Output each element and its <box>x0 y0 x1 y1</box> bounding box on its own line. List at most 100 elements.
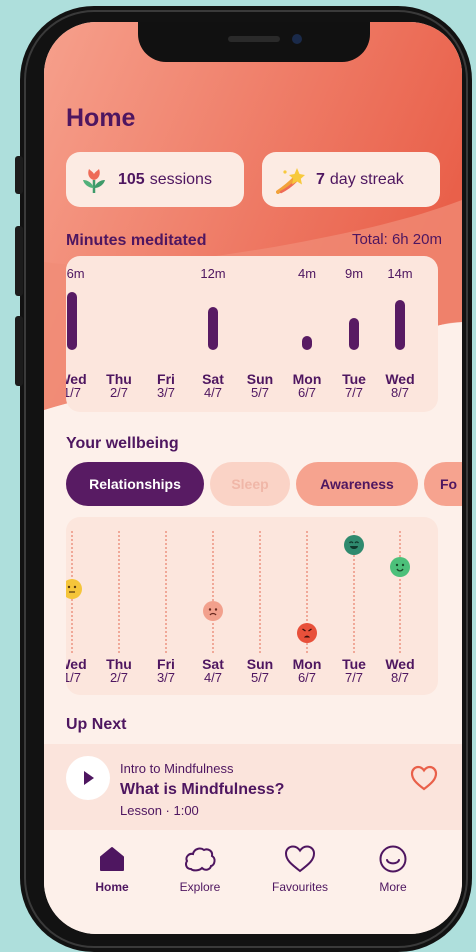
day-name: Fri <box>157 371 175 387</box>
nav-home[interactable]: Home <box>67 844 157 894</box>
sad-face-icon <box>203 601 223 621</box>
day-date: 1/7 <box>66 385 82 400</box>
mute-switch <box>15 156 23 194</box>
nav-explore-label: Explore <box>179 880 221 894</box>
page-title: Home <box>66 104 136 132</box>
day-date: 4/7 <box>203 385 223 400</box>
day-name: Wed <box>385 656 415 672</box>
day-date: 8/7 <box>390 385 410 400</box>
day-label: Sun 5/7 <box>237 657 283 685</box>
day-label: Tue 7/7 <box>331 657 377 685</box>
up-next-section-title: Up Next <box>66 716 127 733</box>
day-date: 7/7 <box>344 670 364 685</box>
wellbeing-chart: Wed1/7Thu2/7Fri3/7Sat4/7Sun5/7Mon6/7Tue7… <box>66 517 438 695</box>
day-name: Sun <box>246 371 274 387</box>
play-button[interactable] <box>66 756 110 800</box>
nav-favourites[interactable]: Favourites <box>255 844 345 894</box>
minutes-bar <box>395 299 405 350</box>
nav-more[interactable]: More <box>348 844 438 894</box>
day-date: 6/7 <box>297 385 317 400</box>
chip-relationships[interactable]: Relationships <box>66 462 204 506</box>
angry-face-icon <box>297 623 317 643</box>
streak-count: 7 <box>316 170 325 188</box>
day-label: Wed 8/7 <box>377 657 423 685</box>
minutes-bar <box>208 306 218 350</box>
streak-card[interactable]: 7 day streak <box>262 152 440 207</box>
wellbeing-section-title: Your wellbeing <box>66 435 179 452</box>
chip-sleep[interactable]: Sleep <box>210 462 290 506</box>
day-date: 2/7 <box>109 670 129 685</box>
day-name: Fri <box>157 656 175 672</box>
minutes-section-title: Minutes meditated <box>66 232 207 249</box>
day-name: Wed <box>385 371 415 387</box>
day-name: Mon <box>292 656 322 672</box>
mood-gridline <box>259 531 261 653</box>
day-date: 2/7 <box>109 385 129 400</box>
day-date: 8/7 <box>390 670 410 685</box>
sessions-label: sessions <box>149 170 212 188</box>
day-label: Mon 6/7 <box>284 657 330 685</box>
volume-down-button <box>15 316 23 386</box>
day-name: Tue <box>342 371 366 387</box>
day-name: Wed <box>66 371 87 387</box>
day-label: Thu 2/7 <box>96 657 142 685</box>
day-label: Fri 3/7 <box>143 657 189 685</box>
day-label: Thu 2/7 <box>96 372 142 400</box>
day-name: Sat <box>202 656 224 672</box>
minutes-bar <box>349 317 359 350</box>
day-name: Thu <box>106 371 132 387</box>
heart-icon <box>284 845 316 873</box>
day-label: Tue 7/7 <box>331 372 377 400</box>
day-date: 4/7 <box>203 670 223 685</box>
nav-more-label: More <box>379 880 407 894</box>
day-date: 3/7 <box>156 385 176 400</box>
bottom-nav: Home Explore Favourites More <box>44 830 462 934</box>
up-next-card[interactable]: Intro to Mindfulness What is Mindfulness… <box>44 744 462 830</box>
minutes-total: Total: 6h 20m <box>351 231 442 248</box>
flower-icon <box>83 168 105 193</box>
smile-icon <box>379 845 407 873</box>
nav-explore[interactable]: Explore <box>155 844 245 894</box>
mood-gridline <box>212 531 214 653</box>
nav-home-label: Home <box>95 880 129 894</box>
mood-gridline <box>118 531 120 653</box>
day-label: Sat 4/7 <box>190 372 236 400</box>
nav-favourites-label: Favourites <box>271 880 329 894</box>
day-label: Sat 4/7 <box>190 657 236 685</box>
day-label: Wed1/7 <box>66 657 95 685</box>
minutes-value-label: 12m <box>200 266 226 281</box>
day-name: Sat <box>202 371 224 387</box>
streak-label: day streak <box>329 170 404 188</box>
day-label: Wed1/7 <box>66 372 95 400</box>
minutes-bar <box>302 335 312 350</box>
day-name: Thu <box>106 656 132 672</box>
day-date: 5/7 <box>250 385 270 400</box>
up-next-course: Intro to Mindfulness <box>120 761 234 776</box>
sessions-card[interactable]: 105 sessions <box>66 152 244 207</box>
day-label: Wed 8/7 <box>377 372 423 400</box>
chip-focus[interactable]: Fo <box>424 462 462 506</box>
day-label: Mon 6/7 <box>284 372 330 400</box>
day-label: Sun 5/7 <box>237 372 283 400</box>
minutes-value-label: 14m <box>387 266 413 281</box>
shooting-star-icon <box>276 167 305 194</box>
very-happy-face-icon <box>344 535 364 555</box>
chip-awareness[interactable]: Awareness <box>296 462 418 506</box>
day-date: 6/7 <box>297 670 317 685</box>
play-icon <box>84 771 94 785</box>
favourite-heart-icon[interactable] <box>410 765 438 791</box>
day-date: 5/7 <box>250 670 270 685</box>
device-notch <box>138 22 370 62</box>
app-screen: Home 105 sessions 7 day streak Minutes m… <box>44 22 462 934</box>
minutes-value-label: 4m <box>297 266 317 281</box>
day-date: 3/7 <box>156 670 176 685</box>
minutes-value-label: 9m <box>344 266 364 281</box>
up-next-meta: Lesson · 1:00 <box>120 803 199 818</box>
day-name: Sun <box>246 656 274 672</box>
home-icon <box>100 847 124 871</box>
day-name: Tue <box>342 656 366 672</box>
mood-gridline <box>399 531 401 653</box>
speaker-grille <box>228 36 280 42</box>
up-next-title[interactable]: What is Mindfulness? <box>120 781 284 799</box>
front-camera <box>292 34 302 44</box>
